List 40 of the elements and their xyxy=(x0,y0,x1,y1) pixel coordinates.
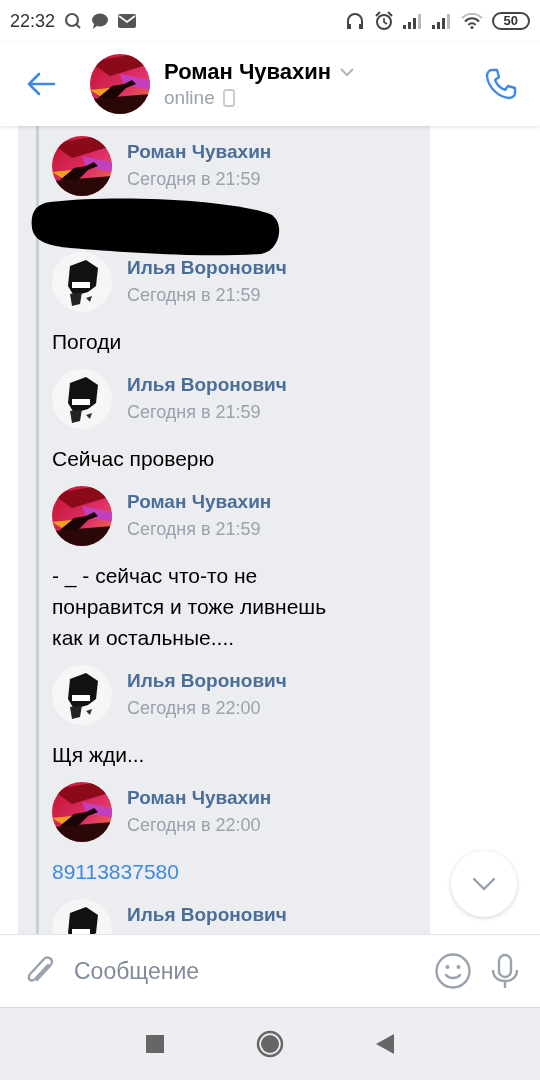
message-text: - _ - сейчас что-то не понравится и тоже ливнешь как и остальные.... xyxy=(52,563,328,651)
message-time: Сегодня в 21:59 xyxy=(127,519,262,540)
online-status: online xyxy=(164,87,215,109)
author-name[interactable]: Илья Воронович xyxy=(127,257,287,279)
message-text: Щя жди... xyxy=(52,742,146,768)
author-name[interactable]: Илья Воронович xyxy=(127,374,287,396)
author-name[interactable]: Роман Чувахин xyxy=(127,491,272,513)
phone-link[interactable]: 89113837580 xyxy=(52,856,352,887)
message-text: Погоди xyxy=(52,329,123,355)
back-icon[interactable] xyxy=(26,72,56,96)
home-button[interactable] xyxy=(256,1030,284,1058)
message-time: Сегодня в 21:59 xyxy=(127,402,262,423)
message-time: Сегодня в 22:00 xyxy=(127,815,262,836)
clock: 22:32 xyxy=(10,10,56,32)
chevron-down-icon[interactable] xyxy=(339,67,356,77)
back-button[interactable] xyxy=(376,1034,394,1054)
phone-icon xyxy=(222,89,235,107)
wifi-icon xyxy=(460,13,483,29)
author-name[interactable]: Роман Чувахин xyxy=(127,787,272,809)
mail-icon xyxy=(118,13,137,29)
headphones-icon xyxy=(344,11,365,31)
chat-bubble-icon xyxy=(91,12,110,30)
author-name[interactable]: Роман Чувахин xyxy=(127,141,272,163)
message-time: Сегодня в 21:59 xyxy=(127,169,262,190)
alarm-icon xyxy=(373,11,394,31)
search-icon xyxy=(64,12,83,30)
message-text: Сейчас проверю xyxy=(52,446,216,472)
contact-name[interactable]: Роман Чувахин xyxy=(164,59,332,85)
signal-icon xyxy=(402,13,423,29)
author-name[interactable]: Илья Воронович xyxy=(127,904,287,926)
author-name[interactable]: Илья Воронович xyxy=(127,670,287,692)
phone-call-icon[interactable] xyxy=(484,67,518,101)
message-time: Сегодня в 21:59 xyxy=(127,285,262,306)
chevron-down-icon[interactable] xyxy=(472,877,496,891)
message-time: Сегодня в 22:00 xyxy=(127,698,262,719)
emoji-icon[interactable] xyxy=(434,952,472,990)
signal-icon xyxy=(431,13,452,29)
microphone-icon[interactable] xyxy=(490,953,520,989)
battery-level: 50 xyxy=(491,12,530,30)
message-input[interactable]: Сообщение xyxy=(74,957,416,985)
